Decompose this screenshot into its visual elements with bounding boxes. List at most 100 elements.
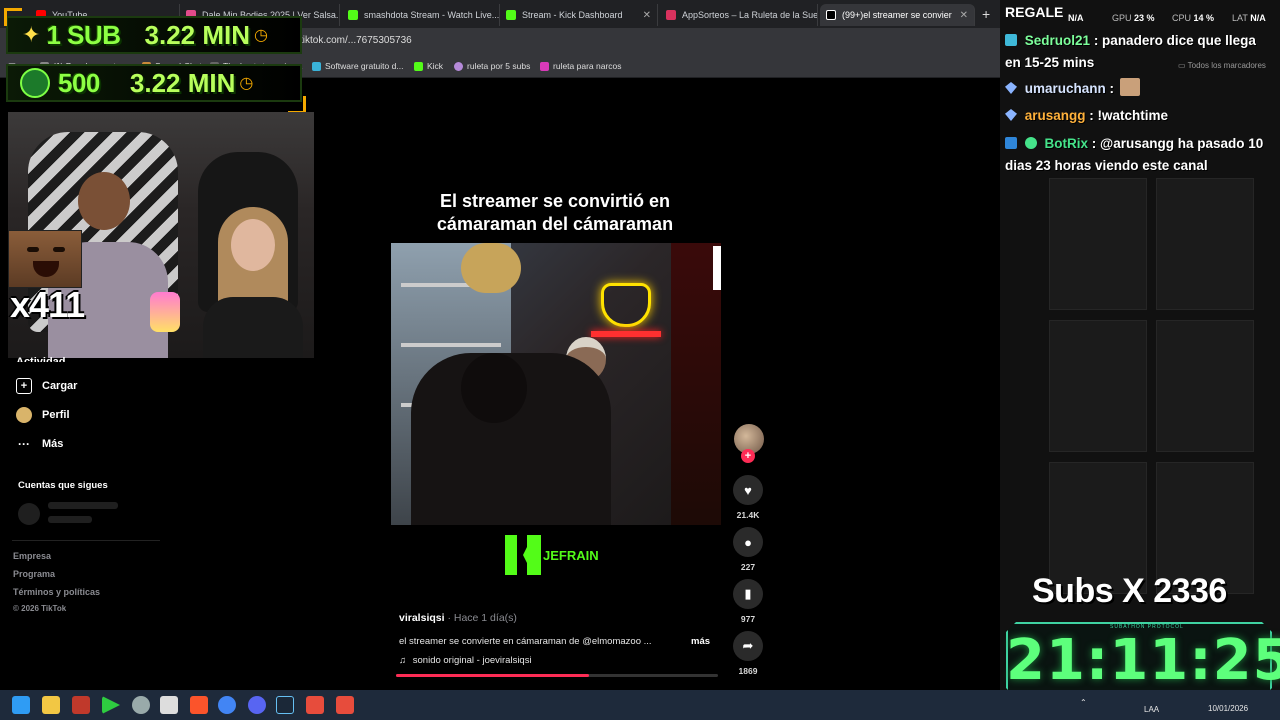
brave-icon[interactable] bbox=[190, 696, 208, 714]
file-explorer-icon[interactable] bbox=[42, 696, 60, 714]
sidebar-item-more[interactable]: ··· Más bbox=[16, 436, 63, 452]
bookmark-icon bbox=[454, 61, 463, 71]
footer-link[interactable]: Programa bbox=[13, 569, 55, 579]
video-caption-title: El streamer se convirtió en cámaraman de… bbox=[436, 191, 674, 234]
app-icon[interactable] bbox=[306, 696, 324, 714]
kick-icon bbox=[506, 10, 516, 20]
profile-avatar bbox=[16, 407, 32, 423]
clock-icon: ◷ bbox=[239, 75, 254, 92]
bookmark-item[interactable]: Software gratuito d... bbox=[312, 61, 403, 71]
app-icon[interactable] bbox=[336, 696, 354, 714]
chrome-icon[interactable] bbox=[218, 696, 236, 714]
music-note-icon: ♫ bbox=[399, 655, 407, 666]
verified-badge-icon bbox=[1024, 137, 1037, 149]
clock-icon: ◷ bbox=[254, 27, 268, 44]
chat-message: Sedruol21 : panadero dice que llega en 1… bbox=[1005, 33, 1256, 70]
sidebar-item-upload[interactable]: + Cargar bbox=[16, 378, 77, 394]
subs-counter: Subs X 2336 bbox=[1032, 572, 1227, 610]
moderator-badge-icon bbox=[1005, 34, 1017, 46]
gpu-stat: GPU 23 % bbox=[1112, 13, 1155, 23]
share-action[interactable]: ➦ 1869 bbox=[730, 631, 766, 676]
new-tab-button[interactable]: + bbox=[982, 6, 990, 22]
sidebar-item-profile[interactable]: Perfil bbox=[16, 407, 70, 423]
video-description: el streamer se convierte en cámaraman de… bbox=[399, 636, 652, 647]
chat-emote bbox=[1119, 78, 1140, 96]
bookmark-icon[interactable]: ▮ bbox=[733, 579, 763, 609]
url-field[interactable]: tiktok.com/...7675305736 bbox=[300, 35, 412, 46]
skeleton-line bbox=[48, 502, 118, 509]
kick-coin-icon bbox=[20, 68, 50, 98]
save-action[interactable]: ▮ 977 bbox=[730, 579, 766, 624]
sub-row-1: ✦ 1 SUB 3.22 MIN ◷ bbox=[6, 16, 302, 54]
regale-label: REGALE bbox=[1005, 4, 1064, 20]
more-icon: ··· bbox=[18, 437, 30, 451]
chat-message: BotRix : @arusangg ha pasado 10 dias 23 … bbox=[1005, 136, 1264, 173]
discord-icon[interactable] bbox=[248, 696, 266, 714]
taskbar-date[interactable]: 10/01/2026 bbox=[1208, 704, 1248, 713]
tab-tiktok-active[interactable]: (99+)el streamer se convier ✕ bbox=[820, 4, 975, 26]
sub-timer-overlay: ✦ 1 SUB 3.22 MIN ◷ 500 3.22 MIN ◷ bbox=[4, 8, 306, 114]
tab-appsorteos[interactable]: AppSorteos – La Ruleta de la Suerte ✕ bbox=[660, 4, 818, 26]
screen: YouTube Dale Min Bodies 2025 | Ver Salsa… bbox=[0, 0, 1280, 720]
kick-icon bbox=[505, 535, 541, 575]
star-icon: ✦ bbox=[22, 22, 41, 47]
more-button[interactable]: más bbox=[691, 636, 710, 647]
cohost-figure bbox=[198, 207, 308, 358]
app-icon[interactable] bbox=[160, 696, 178, 714]
subathon-timer: 21:11:25 bbox=[1006, 628, 1280, 693]
tiktok-icon bbox=[826, 10, 836, 20]
laughing-emote bbox=[8, 230, 82, 288]
heart-icon[interactable]: ♥ bbox=[733, 475, 763, 505]
microphone bbox=[150, 292, 180, 332]
skeleton-line bbox=[48, 516, 92, 523]
app-icon[interactable] bbox=[72, 696, 90, 714]
tray-chevron-icon[interactable]: ⌃ bbox=[1080, 698, 1087, 707]
skeleton-avatar bbox=[18, 503, 40, 525]
kick-icon bbox=[414, 61, 423, 71]
page-icon bbox=[666, 10, 676, 20]
kick-logo: JEFRAIN bbox=[505, 535, 599, 575]
windows-start-icon[interactable] bbox=[12, 696, 30, 714]
close-icon[interactable]: ✕ bbox=[643, 10, 651, 21]
tab-smashdota[interactable]: smashdota Stream - Watch Live... ✕ bbox=[342, 4, 500, 26]
kick-icon bbox=[348, 10, 358, 20]
bookmark-icon bbox=[312, 61, 321, 71]
video-progress-bar[interactable] bbox=[396, 674, 718, 677]
chat-message: arusangg : !watchtime bbox=[1005, 105, 1275, 127]
follow-plus-icon[interactable]: + bbox=[741, 449, 755, 463]
following-title: Cuentas que sigues bbox=[18, 480, 108, 491]
language-indicator[interactable]: LAA bbox=[1144, 705, 1159, 714]
upload-icon: + bbox=[16, 378, 32, 394]
diamond-badge-icon bbox=[1005, 82, 1017, 94]
steam-icon[interactable] bbox=[276, 696, 294, 714]
share-icon[interactable]: ➦ bbox=[733, 631, 763, 661]
sidebar-item-activity[interactable]: Actividad bbox=[16, 352, 66, 362]
sub-row-2: 500 3.22 MIN ◷ bbox=[6, 64, 302, 102]
fps-stat: N/A bbox=[1068, 13, 1084, 23]
close-icon[interactable]: ✕ bbox=[960, 10, 968, 21]
latency-stat: LAT N/A bbox=[1232, 13, 1266, 23]
emote-multiplier: x411 bbox=[10, 284, 85, 325]
frame-corner bbox=[4, 8, 22, 26]
qr-watermark bbox=[713, 246, 721, 290]
chat-message: umaruchann : bbox=[1005, 78, 1275, 100]
copyright: © 2026 TikTok bbox=[13, 604, 67, 613]
video-player[interactable] bbox=[391, 243, 721, 525]
neon-sign bbox=[601, 283, 651, 327]
divider bbox=[12, 540, 160, 541]
tab-kick-dashboard[interactable]: Stream - Kick Dashboard ✕ bbox=[500, 4, 658, 26]
bookmark-item[interactable]: Kick bbox=[414, 61, 443, 71]
footer-link[interactable]: Empresa bbox=[13, 551, 51, 561]
sound-link[interactable]: ♫ sonido original - joeviralsiqsi bbox=[399, 655, 532, 666]
like-action[interactable]: ♥ 21.4K bbox=[730, 475, 766, 520]
bookmark-item[interactable]: ruleta para narcos bbox=[540, 61, 622, 71]
settings-icon[interactable] bbox=[132, 696, 150, 714]
bot-badge-icon bbox=[1005, 137, 1017, 149]
video-author[interactable]: viralsiqsi · Hace 1 día(s) bbox=[399, 612, 517, 624]
comment-action[interactable]: ● 227 bbox=[730, 527, 766, 572]
comment-icon[interactable]: ● bbox=[733, 527, 763, 557]
footer-link[interactable]: Términos y políticas bbox=[13, 587, 100, 597]
bookmark-item[interactable]: ruleta por 5 subs bbox=[454, 61, 530, 71]
diamond-badge-icon bbox=[1005, 109, 1017, 121]
progress-fill bbox=[396, 674, 590, 677]
